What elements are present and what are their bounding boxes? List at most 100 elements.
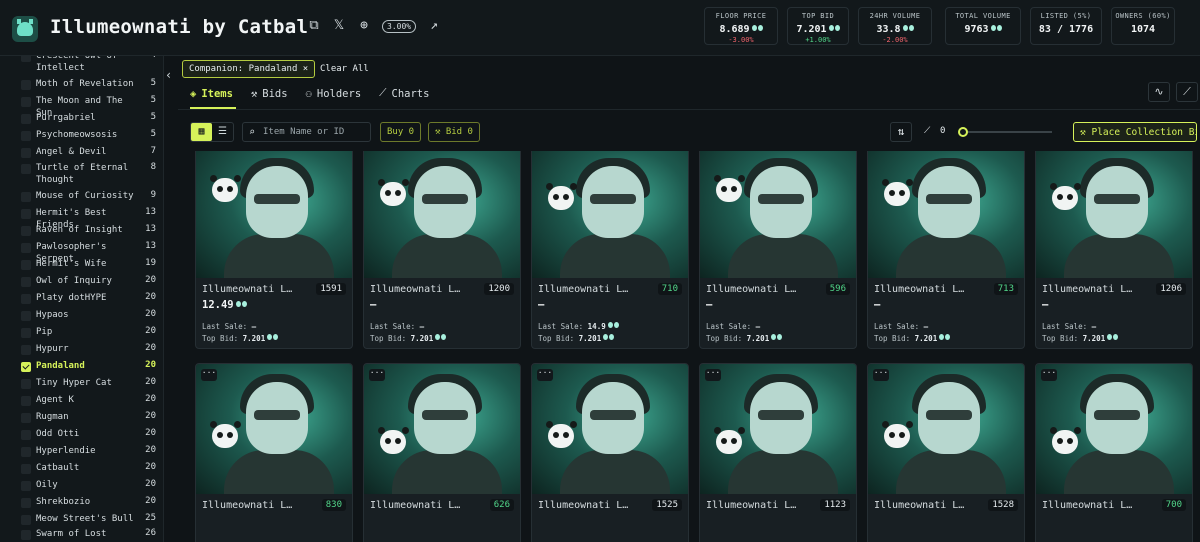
active-filter-chip[interactable]: Companion: Pandaland × — [182, 60, 316, 78]
sidebar-item-count: 5 — [150, 112, 156, 122]
checkbox[interactable] — [21, 396, 31, 406]
nft-card[interactable]: Illumeownati L… 710 – Last Sale: 14.9 Top Bi… — [531, 151, 689, 349]
copy-icon[interactable]: ⧉ — [307, 19, 321, 33]
nft-card[interactable]: Illumeownati L… 596– Last Sale: – Top Bid: … — [699, 151, 857, 349]
checkbox[interactable] — [21, 164, 31, 174]
nft-artwork[interactable] — [364, 151, 520, 278]
checkbox[interactable] — [21, 80, 31, 90]
tab-charts[interactable]: ⟋ Charts — [379, 87, 429, 100]
nft-artwork[interactable]: ··· — [1036, 364, 1192, 494]
search-input[interactable]: ⌕ Item Name or ID — [242, 122, 371, 142]
checkbox[interactable] — [21, 114, 31, 124]
sweep-knob[interactable] — [958, 127, 968, 137]
checkbox[interactable] — [21, 226, 31, 236]
nft-card[interactable]: Illumeownati L… 1206– Last Sale: – Top Bid:… — [1035, 151, 1193, 349]
checkbox[interactable] — [21, 192, 31, 202]
tab-items[interactable]: ◈ Items — [190, 87, 233, 100]
checkbox[interactable] — [21, 464, 31, 474]
nft-card[interactable]: ··· Illumeownati L… 1528 — [867, 363, 1025, 542]
artwork-glasses — [254, 194, 300, 204]
more-options-button[interactable]: ··· — [873, 369, 889, 381]
nft-artwork[interactable]: ··· — [364, 364, 520, 494]
nft-artwork[interactable]: ··· — [532, 364, 688, 494]
nft-card[interactable]: ··· Illumeownati L… 830 — [195, 363, 353, 542]
activity-icon[interactable]: ∿ — [1148, 82, 1170, 102]
tab-bids[interactable]: ⚒ Bids — [251, 87, 288, 100]
nft-artwork[interactable]: ··· — [196, 364, 352, 494]
buy-button[interactable]: Buy 0 — [380, 122, 422, 142]
sidebar-item-count: 5 — [150, 78, 156, 88]
checkbox[interactable] — [21, 243, 31, 253]
panda-companion — [714, 175, 742, 202]
checkbox[interactable] — [21, 447, 31, 457]
checkbox[interactable] — [21, 56, 31, 62]
sidebar-item-label: Meow Street's Bull — [36, 514, 134, 524]
sweep-slider[interactable]: ⟋ 0 — [922, 122, 1062, 142]
checkbox[interactable] — [21, 311, 31, 321]
checkbox[interactable] — [21, 277, 31, 287]
last-sale-label: Last Sale: — [370, 322, 416, 331]
nft-artwork[interactable]: ··· — [868, 364, 1024, 494]
tab-holders[interactable]: ⚇ Holders — [306, 87, 362, 100]
place-collection-bid-button[interactable]: ⚒ Place Collection Bid — [1073, 122, 1197, 142]
more-options-button[interactable]: ··· — [537, 369, 553, 381]
nft-artwork[interactable] — [700, 151, 856, 278]
top-bid: Top Bid: 7.201 — [202, 334, 279, 343]
star-icon[interactable]: ☆ — [282, 19, 296, 33]
sweep-track[interactable] — [962, 131, 1052, 133]
clear-all-button[interactable]: Clear All — [320, 64, 369, 74]
sort-icon[interactable]: ⇅ — [890, 122, 912, 142]
checkbox[interactable] — [21, 148, 31, 158]
nft-card[interactable]: ··· Illumeownati L… 700 — [1035, 363, 1193, 542]
nft-card[interactable]: ··· Illumeownati L… 626 — [363, 363, 521, 542]
external-link-icon[interactable]: ↗ — [427, 19, 441, 33]
list-view-icon[interactable]: ☰ — [212, 123, 233, 141]
sidebar-item-label: Odd Otti — [36, 429, 80, 439]
checkbox[interactable] — [21, 294, 31, 304]
collapse-sidebar-icon[interactable]: ‹ — [165, 68, 177, 86]
more-options-button[interactable]: ··· — [1041, 369, 1057, 381]
sidebar-item-label: Catbault — [36, 463, 80, 473]
checkbox[interactable] — [21, 515, 31, 525]
checkbox[interactable] — [21, 498, 31, 508]
grid-view-icon[interactable]: ▦ — [191, 123, 212, 141]
nft-artwork[interactable] — [532, 151, 688, 278]
checkbox[interactable] — [21, 328, 31, 338]
panda-companion — [882, 179, 910, 206]
hype-token-icon — [435, 334, 447, 340]
checkbox[interactable] — [21, 379, 31, 389]
sidebar-item-count: 20 — [145, 292, 156, 302]
checkbox[interactable] — [21, 413, 31, 423]
globe-icon[interactable]: ⊕ — [357, 19, 371, 33]
chart-toggle-icon[interactable]: ⟋ — [1176, 82, 1198, 102]
checkbox[interactable] — [21, 97, 31, 107]
stat-value: 33.8 — [859, 24, 931, 35]
checkbox[interactable] — [21, 345, 31, 355]
nft-card[interactable]: ··· Illumeownati L… 1123 — [699, 363, 857, 542]
checkbox[interactable] — [21, 362, 31, 372]
stat-label: TOP BID — [801, 12, 835, 20]
nft-artwork[interactable] — [196, 151, 352, 278]
checkbox[interactable] — [21, 131, 31, 141]
checkbox[interactable] — [21, 481, 31, 491]
card-price: – — [370, 299, 376, 311]
x-icon[interactable]: 𝕏 — [332, 19, 346, 33]
more-options-button[interactable]: ··· — [705, 369, 721, 381]
nft-card[interactable]: Illumeownati L… 713– Last Sale: – Top Bid: … — [867, 151, 1025, 349]
checkbox[interactable] — [21, 530, 31, 540]
nft-artwork[interactable] — [868, 151, 1024, 278]
card-name: Illumeownati L… — [706, 284, 797, 295]
nft-artwork[interactable] — [1036, 151, 1192, 278]
checkbox[interactable] — [21, 260, 31, 270]
more-options-button[interactable]: ··· — [201, 369, 217, 381]
nft-card[interactable]: Illumeownati L… 1200– Last Sale: – Top Bid:… — [363, 151, 521, 349]
close-icon[interactable]: × — [303, 64, 308, 74]
nft-artwork[interactable]: ··· — [700, 364, 856, 494]
more-options-button[interactable]: ··· — [369, 369, 385, 381]
nft-card[interactable]: Illumeownati L… 1591 12.49 Last Sale: – Top … — [195, 151, 353, 349]
bid-button[interactable]: ⚒ Bid 0 — [428, 122, 480, 142]
header-bar: Illumeownati by Catbal ☆ ⧉ 𝕏 ⊕ 3.00% ↗ F… — [0, 0, 1200, 56]
checkbox[interactable] — [21, 209, 31, 219]
checkbox[interactable] — [21, 430, 31, 440]
nft-card[interactable]: ··· Illumeownati L… 1525 — [531, 363, 689, 542]
